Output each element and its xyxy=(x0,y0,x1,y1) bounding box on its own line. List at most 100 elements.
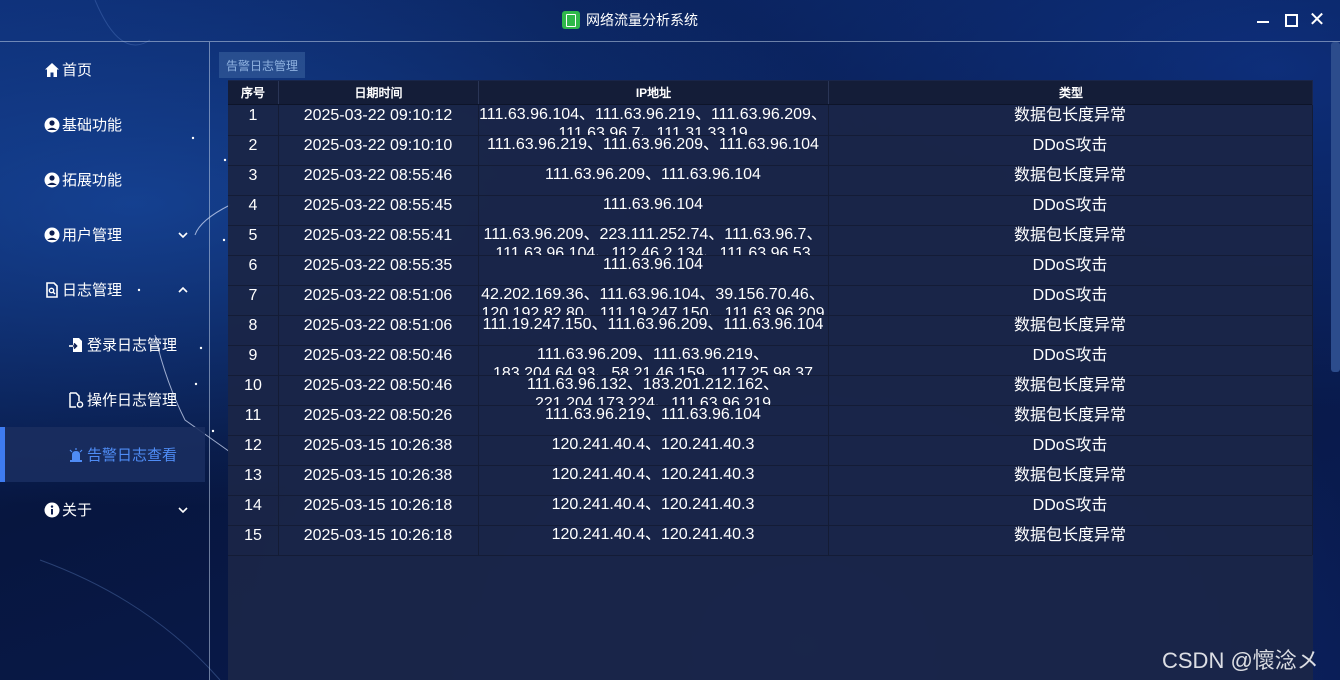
sidebar: 首页 基础功能 拓展功能 用户管理 日志管理 登录日志管理 操作日志管理 告警日… xyxy=(0,42,209,680)
watermark: CSDN @懷淰メ xyxy=(1162,648,1319,673)
cell-ip: 111.19.247.150、111.63.96.209、111.63.96.1… xyxy=(478,315,829,345)
minimize-button[interactable] xyxy=(1254,11,1272,29)
table-row[interactable]: 12 2025-03-15 10:26:38 120.241.40.4、120.24… xyxy=(228,435,1313,466)
sidebar-item-label: 首页 xyxy=(62,62,93,79)
column-header-ip[interactable]: IP地址 xyxy=(478,81,828,104)
sidebar-item-label: 登录日志管理 xyxy=(87,337,178,354)
cell-ip: 42.202.169.36、111.63.96.104、39.156.70.46… xyxy=(478,285,829,315)
table-row[interactable]: 14 2025-03-15 10:26:18 120.241.40.4、120.24… xyxy=(228,495,1313,526)
cell-index: 7 xyxy=(228,285,279,315)
table-row[interactable]: 8 2025-03-22 08:51:06 111.19.247.150、111.6… xyxy=(228,315,1313,346)
cell-ip: 120.241.40.4、120.241.40.3 xyxy=(478,465,829,495)
cell-type: DDoS攻击 xyxy=(828,255,1313,285)
column-header-datetime[interactable]: 日期时间 xyxy=(278,81,478,104)
cell-datetime: 2025-03-22 08:55:46 xyxy=(278,165,479,195)
sidebar-item-label: 基础功能 xyxy=(62,117,123,134)
cell-datetime: 2025-03-22 08:55:41 xyxy=(278,225,479,255)
window-title: 网络流量分析系统 xyxy=(586,12,698,28)
cell-ip: 111.63.96.132、183.201.212.162、221.204.17… xyxy=(478,375,829,405)
cell-datetime: 2025-03-22 08:55:35 xyxy=(278,255,479,285)
cell-type: DDoS攻击 xyxy=(828,135,1313,165)
table-row[interactable]: 3 2025-03-22 08:55:46 111.63.96.209、111.63… xyxy=(228,165,1313,196)
table-row[interactable]: 9 2025-03-22 08:50:46 111.63.96.209、111.63… xyxy=(228,345,1313,376)
cell-index: 15 xyxy=(228,525,279,555)
chevron-up-icon xyxy=(178,286,188,293)
cell-index: 12 xyxy=(228,435,279,465)
cell-index: 5 xyxy=(228,225,279,255)
cell-datetime: 2025-03-15 10:26:38 xyxy=(278,435,479,465)
cell-ip: 111.63.96.104、111.63.96.219、111.63.96.20… xyxy=(478,105,829,135)
table-row[interactable]: 13 2025-03-15 10:26:38 120.241.40.4、120.24… xyxy=(228,465,1313,496)
table-row[interactable]: 11 2025-03-22 08:50:26 111.63.96.219、111.6… xyxy=(228,405,1313,436)
cell-datetime: 2025-03-22 08:51:06 xyxy=(278,315,479,345)
sidebar-item-about[interactable]: 关于 xyxy=(0,482,205,537)
cell-datetime: 2025-03-22 08:50:46 xyxy=(278,345,479,375)
sidebar-item-login-log[interactable]: 登录日志管理 xyxy=(0,317,205,372)
table-row[interactable]: 5 2025-03-22 08:55:41 111.63.96.209、223.11… xyxy=(228,225,1313,256)
table-row[interactable]: 4 2025-03-22 08:55:45 111.63.96.104 DDoS攻击 xyxy=(228,195,1313,226)
cell-datetime: 2025-03-22 08:55:45 xyxy=(278,195,479,225)
user-circle-icon xyxy=(44,172,60,188)
cell-index: 11 xyxy=(228,405,279,435)
cell-type: DDoS攻击 xyxy=(828,195,1313,225)
table-header: 序号 日期时间 IP地址 类型 xyxy=(228,81,1312,105)
chevron-down-icon xyxy=(178,231,188,238)
table-row[interactable]: 7 2025-03-22 08:51:06 42.202.169.36、111.63… xyxy=(228,285,1313,316)
cell-ip: 120.241.40.4、120.241.40.3 xyxy=(478,435,829,465)
table-row[interactable]: 2 2025-03-22 09:10:10 111.63.96.219、111.63… xyxy=(228,135,1313,166)
cell-ip: 111.63.96.104 xyxy=(478,195,829,225)
sidebar-item-basic[interactable]: 基础功能 xyxy=(0,97,205,152)
table-row[interactable]: 10 2025-03-22 08:50:46 111.63.96.132、183.2… xyxy=(228,375,1313,406)
cell-ip: 111.63.96.209、111.63.96.104 xyxy=(478,165,829,195)
divider-vertical xyxy=(209,42,210,680)
table-row[interactable]: 15 2025-03-15 10:26:18 120.241.40.4、120.24… xyxy=(228,525,1313,556)
sidebar-item-log-management[interactable]: 日志管理 xyxy=(0,262,205,317)
alarm-icon xyxy=(68,447,84,463)
column-header-index[interactable]: 序号 xyxy=(228,81,278,104)
cell-index: 6 xyxy=(228,255,279,285)
cell-index: 9 xyxy=(228,345,279,375)
cell-datetime: 2025-03-15 10:26:38 xyxy=(278,465,479,495)
cell-ip: 111.63.96.219、111.63.96.209、111.63.96.10… xyxy=(478,135,829,165)
cell-type: 数据包长度异常 xyxy=(828,165,1313,195)
cell-ip: 120.241.40.4、120.241.40.3 xyxy=(478,495,829,525)
active-indicator xyxy=(0,427,5,482)
user-circle-icon xyxy=(44,117,60,133)
maximize-button[interactable] xyxy=(1282,11,1300,29)
cell-type: DDoS攻击 xyxy=(828,345,1313,375)
close-button[interactable]: ✕ xyxy=(1308,10,1326,30)
search-doc-icon xyxy=(44,281,60,298)
login-doc-icon xyxy=(68,337,84,353)
sidebar-item-user-management[interactable]: 用户管理 xyxy=(0,207,205,262)
cell-datetime: 2025-03-22 09:10:10 xyxy=(278,135,479,165)
cell-index: 13 xyxy=(228,465,279,495)
sidebar-item-alarm-log[interactable]: 告警日志查看 xyxy=(0,427,205,482)
title-wrap: 网络流量分析系统 xyxy=(562,10,698,30)
column-header-type[interactable]: 类型 xyxy=(828,81,1313,104)
chevron-down-icon xyxy=(178,506,188,513)
cell-ip: 111.63.96.219、111.63.96.104 xyxy=(478,405,829,435)
cell-index: 8 xyxy=(228,315,279,345)
sidebar-item-home[interactable]: 首页 xyxy=(0,42,205,97)
vertical-scrollbar[interactable] xyxy=(1331,42,1340,372)
home-icon xyxy=(44,62,60,78)
cell-type: 数据包长度异常 xyxy=(828,105,1313,135)
table-row[interactable]: 1 2025-03-22 09:10:12 111.63.96.104、111.63… xyxy=(228,105,1313,136)
cell-index: 1 xyxy=(228,105,279,135)
sidebar-item-operation-log[interactable]: 操作日志管理 xyxy=(0,372,205,427)
sidebar-item-label: 用户管理 xyxy=(62,227,123,244)
cell-datetime: 2025-03-15 10:26:18 xyxy=(278,525,479,555)
app-logo-icon xyxy=(562,11,580,29)
cell-ip: 120.241.40.4、120.241.40.3 xyxy=(478,525,829,555)
sidebar-item-label: 操作日志管理 xyxy=(87,392,178,409)
table-row[interactable]: 6 2025-03-22 08:55:35 111.63.96.104 DDoS攻击 xyxy=(228,255,1313,286)
title-bar: 网络流量分析系统 ✕ xyxy=(0,0,1340,40)
cell-index: 3 xyxy=(228,165,279,195)
cell-type: 数据包长度异常 xyxy=(828,465,1313,495)
cell-type: DDoS攻击 xyxy=(828,435,1313,465)
sidebar-item-extended[interactable]: 拓展功能 xyxy=(0,152,205,207)
sidebar-item-label: 日志管理 xyxy=(62,282,123,299)
cell-type: 数据包长度异常 xyxy=(828,525,1313,555)
cell-index: 10 xyxy=(228,375,279,405)
tab-alarm-log-management[interactable]: 告警日志管理 xyxy=(219,52,305,78)
